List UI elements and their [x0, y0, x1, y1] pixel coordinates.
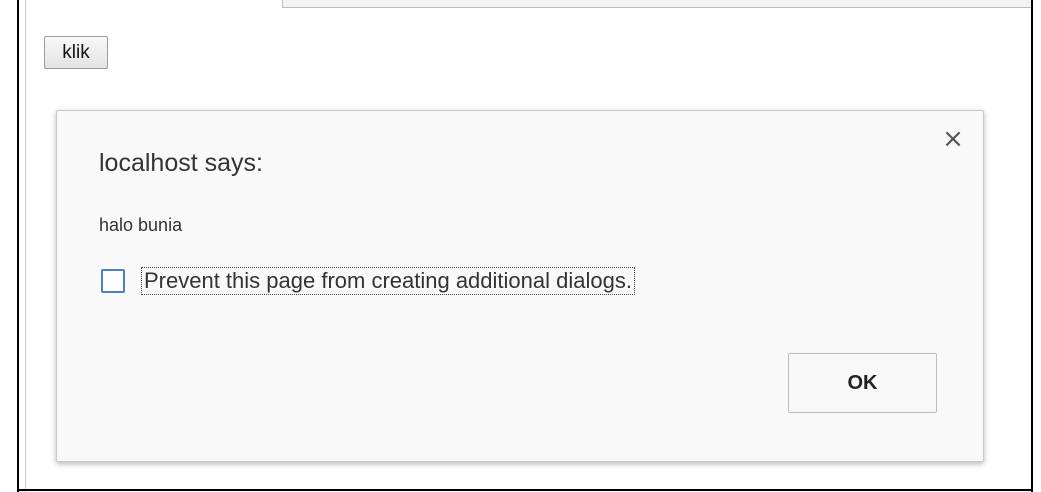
- prevent-dialogs-checkbox[interactable]: [101, 269, 125, 293]
- alert-dialog: × localhost says: halo bunia Prevent thi…: [56, 110, 984, 462]
- window-border-right: [1031, 0, 1033, 492]
- page-border-left: [25, 0, 26, 492]
- ok-button[interactable]: OK: [788, 353, 937, 413]
- window-border-bottom: [17, 489, 1033, 491]
- close-icon[interactable]: ×: [941, 126, 965, 152]
- prevent-dialogs-option[interactable]: Prevent this page from creating addition…: [101, 267, 635, 295]
- window-border-left: [17, 0, 19, 492]
- klik-button[interactable]: klik: [44, 36, 108, 69]
- prevent-dialogs-label[interactable]: Prevent this page from creating addition…: [141, 267, 635, 295]
- toolbar-edge: [282, 0, 1033, 8]
- dialog-message: halo bunia: [99, 215, 183, 235]
- browser-viewport: klik × localhost says: halo bunia Preven…: [0, 0, 1041, 492]
- dialog-title: localhost says:: [99, 149, 263, 177]
